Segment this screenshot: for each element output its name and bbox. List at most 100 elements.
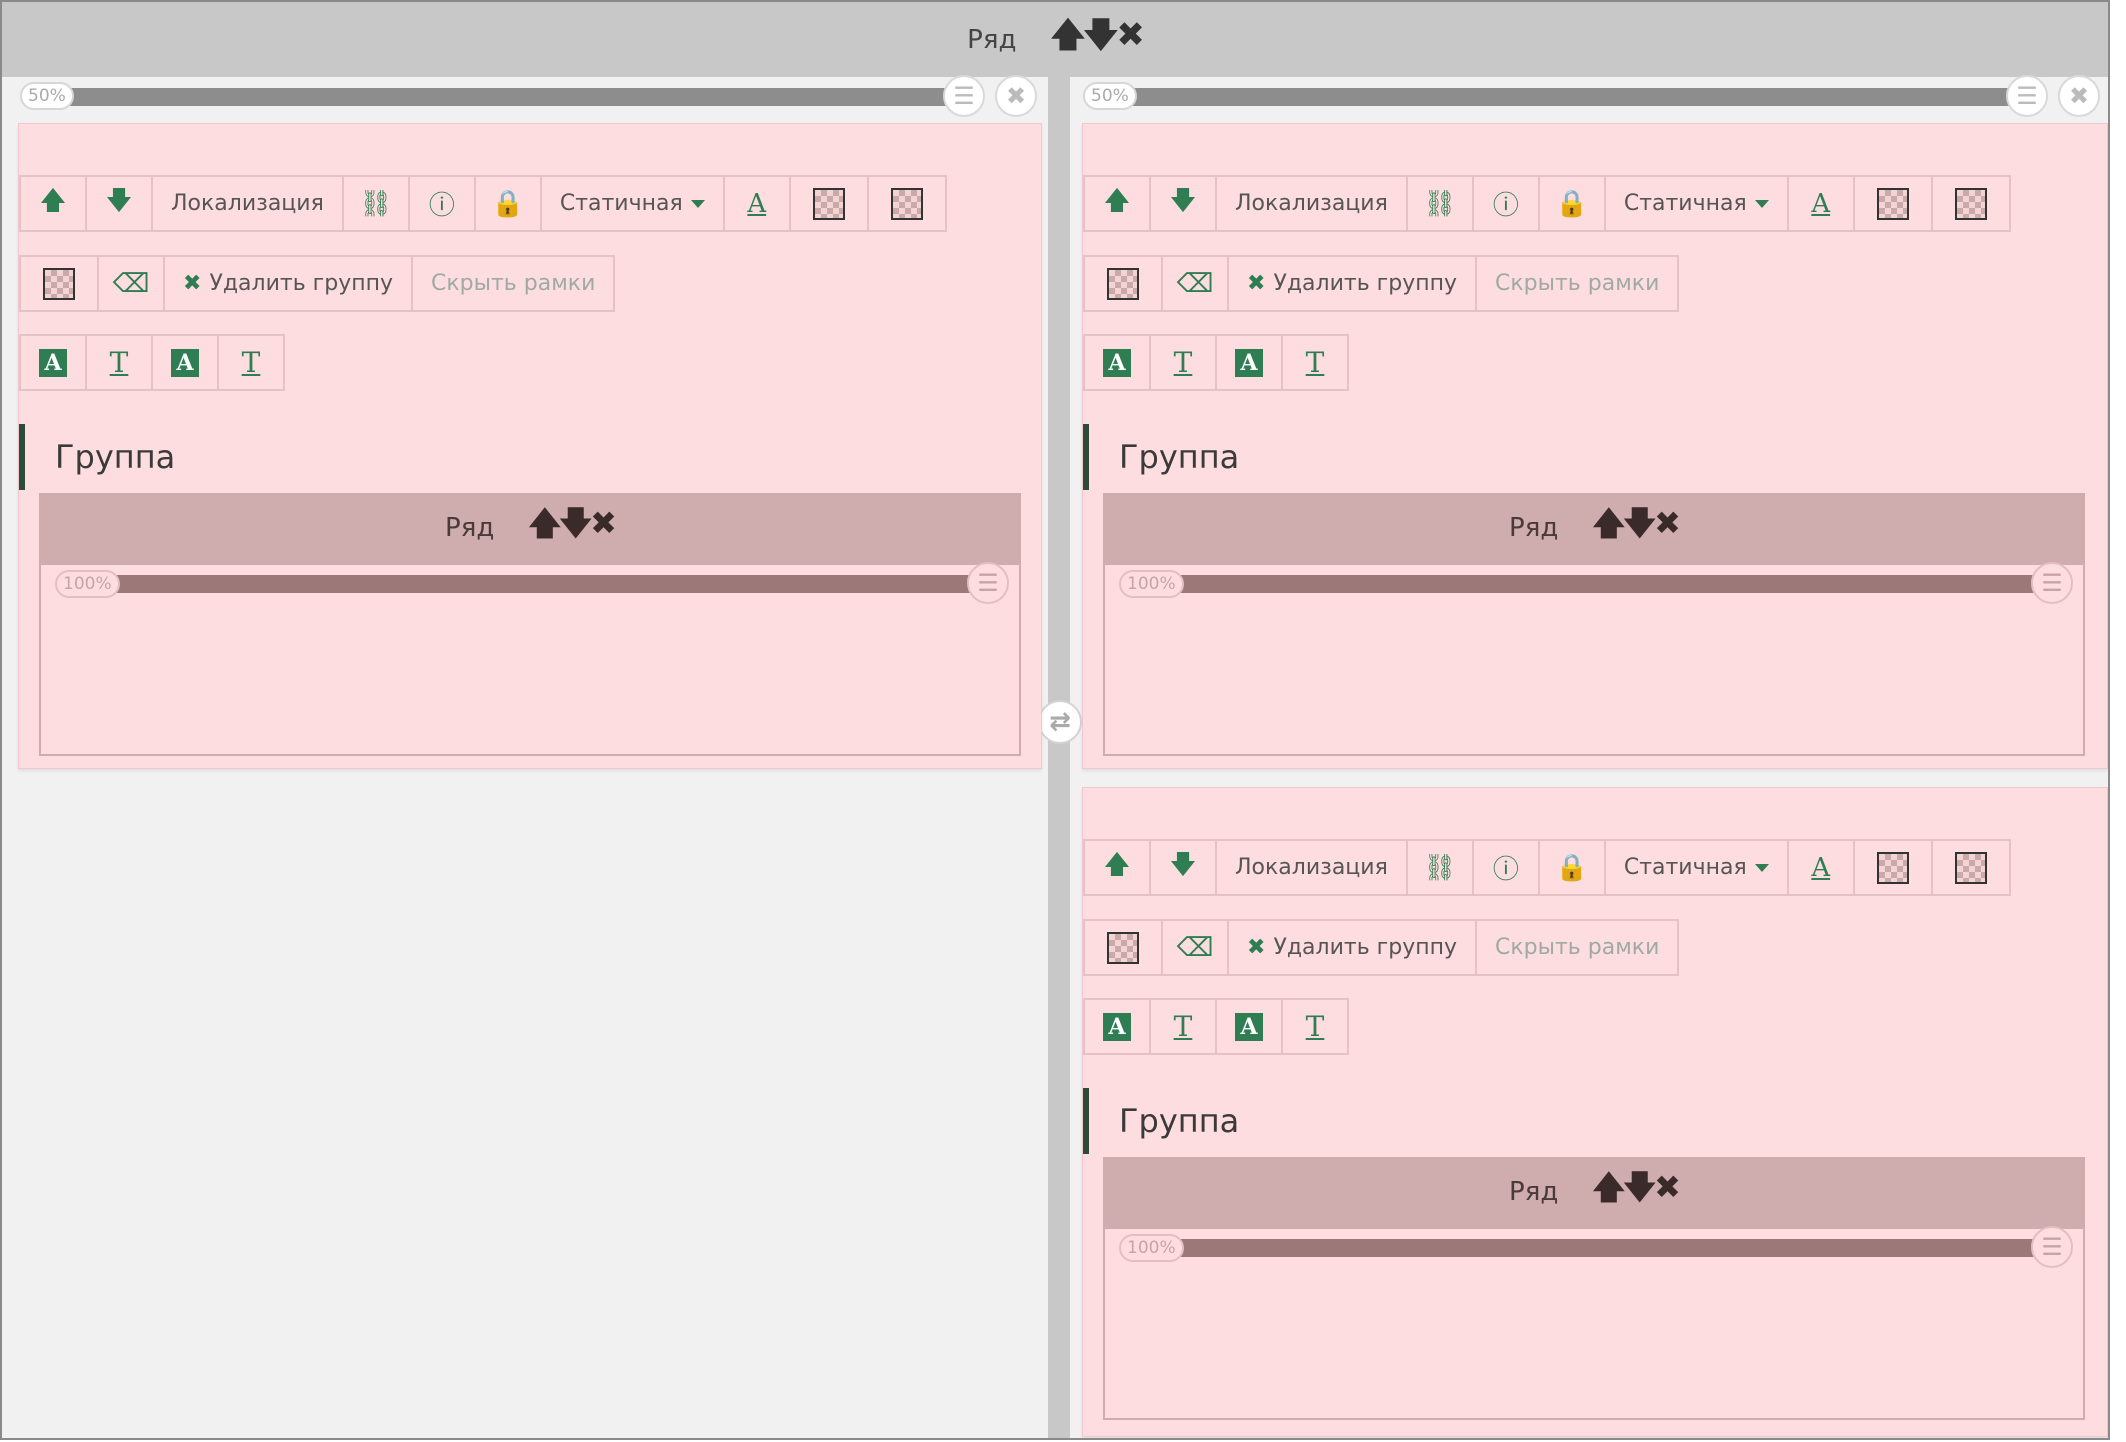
group-toolbar-row-2: ⌫ ✖ Удалить группу Скрыть рамки <box>19 255 616 312</box>
inner-column-menu-icon[interactable]: ☰ <box>2031 1226 2073 1268</box>
font-fill-button[interactable]: A <box>1083 998 1151 1055</box>
inner-row-controls[interactable]: 🡅🡇✖ <box>1592 1165 1681 1219</box>
font-fill-icon: A <box>1235 1012 1263 1041</box>
background-button-2[interactable] <box>866 175 947 232</box>
border-pattern-button[interactable] <box>1083 919 1163 976</box>
inner-row-controls[interactable]: 🡅🡇✖ <box>1592 501 1681 555</box>
text-underline-icon: T <box>109 346 129 379</box>
group-toolbar-row-2: ⌫ ✖ Удалить группу Скрыть рамки <box>1083 919 1680 976</box>
group-toolbar-row-1: 🡅 🡇 Локализация ⛓ ⓘ 🔒 Статичная A <box>1083 175 2011 232</box>
column-menu-icon[interactable]: ☰ <box>2006 75 2048 117</box>
text-underline-button-2[interactable]: T <box>217 334 285 391</box>
font-color-button[interactable]: A <box>722 175 791 232</box>
font-fill-button-2[interactable]: A <box>1215 334 1283 391</box>
delete-group-button[interactable]: ✖ Удалить группу <box>1227 255 1477 312</box>
eraser-button[interactable]: ⌫ <box>1161 255 1229 312</box>
lock-button[interactable]: 🔒 <box>1537 839 1606 896</box>
static-dropdown[interactable]: Статичная <box>1603 175 1789 232</box>
group-toolbar-row-3: A T A T <box>1083 998 1349 1055</box>
info-button[interactable]: ⓘ <box>407 175 476 232</box>
column-width-badge: 50% <box>1083 82 1137 110</box>
column-close-icon[interactable]: ✖ <box>995 75 1037 117</box>
inner-column-menu-icon[interactable]: ☰ <box>2031 562 2073 604</box>
inner-row-controls[interactable]: 🡅🡇✖ <box>528 501 617 555</box>
text-underline-button[interactable]: T <box>1149 334 1217 391</box>
background-button-2[interactable] <box>1930 839 2011 896</box>
group-toolbar-row-1: 🡅 🡇 Локализация ⛓ ⓘ 🔒 Статичная A <box>1083 839 2011 896</box>
localization-button[interactable]: Локализация <box>1215 839 1408 896</box>
text-underline-icon: T <box>1305 1010 1325 1043</box>
inner-row-header: Ряд 🡅🡇✖ <box>39 493 1021 563</box>
localization-button[interactable]: Локализация <box>151 175 344 232</box>
group-toolbar-row-2: ⌫ ✖ Удалить группу Скрыть рамки <box>1083 255 1680 312</box>
lock-icon: 🔒 <box>491 188 525 219</box>
text-underline-button[interactable]: T <box>1149 998 1217 1055</box>
column-menu-icon[interactable]: ☰ <box>943 75 985 117</box>
checker-icon <box>890 187 923 220</box>
eraser-icon: ⌫ <box>1176 932 1214 963</box>
binoculars-icon: ⛓ <box>1423 188 1457 219</box>
editor-frame: Ряд 🡅🡇✖ ⇄ 50% ☰ ✖ 50% ☰ ✖ 🡅 🡇 Локализаци… <box>0 0 2110 1440</box>
move-down-button[interactable]: 🡇 <box>85 175 153 232</box>
move-up-button[interactable]: 🡅 <box>1083 839 1151 896</box>
border-pattern-button[interactable] <box>19 255 99 312</box>
binoculars-icon: ⛓ <box>1423 852 1457 883</box>
text-underline-button-2[interactable]: T <box>1281 334 1349 391</box>
inner-column-menu-icon[interactable]: ☰ <box>967 562 1009 604</box>
swap-columns-button[interactable]: ⇄ <box>1038 700 1082 744</box>
move-down-button[interactable]: 🡇 <box>1149 839 1217 896</box>
group-toolbar-row-3: A T A T <box>19 334 285 391</box>
move-down-button[interactable]: 🡇 <box>1149 175 1217 232</box>
search-button[interactable]: ⛓ <box>341 175 410 232</box>
font-fill-button-2[interactable]: A <box>1215 998 1283 1055</box>
hide-frames-button[interactable]: Скрыть рамки <box>411 255 616 312</box>
text-underline-button-2[interactable]: T <box>1281 998 1349 1055</box>
lock-button[interactable]: 🔒 <box>1537 175 1606 232</box>
arrow-up-icon: 🡅 <box>1103 849 1131 880</box>
text-underline-button[interactable]: T <box>85 334 153 391</box>
lock-button[interactable]: 🔒 <box>473 175 542 232</box>
text-underline-icon: T <box>1173 1010 1193 1043</box>
info-button[interactable]: ⓘ <box>1471 839 1540 896</box>
search-button[interactable]: ⛓ <box>1405 839 1474 896</box>
hide-frames-button[interactable]: Скрыть рамки <box>1475 255 1680 312</box>
search-button[interactable]: ⛓ <box>1405 175 1474 232</box>
font-color-button[interactable]: A <box>1786 175 1855 232</box>
eraser-button[interactable]: ⌫ <box>97 255 165 312</box>
column-width-bar[interactable] <box>1124 88 2028 106</box>
background-button[interactable] <box>788 175 869 232</box>
close-icon: ✖ <box>1247 271 1266 296</box>
inner-column-width-bar[interactable] <box>1163 575 2063 593</box>
column-close-icon[interactable]: ✖ <box>2058 75 2100 117</box>
static-dropdown[interactable]: Статичная <box>539 175 725 232</box>
move-up-button[interactable]: 🡅 <box>19 175 87 232</box>
hide-frames-button[interactable]: Скрыть рамки <box>1475 919 1680 976</box>
lock-icon: 🔒 <box>1555 188 1589 219</box>
background-button[interactable] <box>1852 175 1933 232</box>
outer-row-controls[interactable]: 🡅🡇✖ <box>1050 11 1144 68</box>
delete-group-button[interactable]: ✖ Удалить группу <box>163 255 413 312</box>
font-color-button[interactable]: A <box>1786 839 1855 896</box>
info-icon: ⓘ <box>428 191 455 221</box>
eraser-button[interactable]: ⌫ <box>1161 919 1229 976</box>
binoculars-icon: ⛓ <box>359 188 393 219</box>
font-fill-button[interactable]: A <box>19 334 87 391</box>
info-button[interactable]: ⓘ <box>1471 175 1540 232</box>
font-fill-button[interactable]: A <box>1083 334 1151 391</box>
inner-column-width-bar[interactable] <box>1163 1239 2063 1257</box>
font-fill-button-2[interactable]: A <box>151 334 219 391</box>
inner-column-width-badge: 100% <box>55 570 120 598</box>
move-up-button[interactable]: 🡅 <box>1083 175 1151 232</box>
inner-column-width-bar[interactable] <box>99 575 999 593</box>
checker-icon <box>812 187 845 220</box>
background-button[interactable] <box>1852 839 1933 896</box>
localization-button[interactable]: Локализация <box>1215 175 1408 232</box>
border-pattern-button[interactable] <box>1083 255 1163 312</box>
column-divider[interactable] <box>1048 77 1070 1438</box>
group-title: Группа <box>19 424 175 490</box>
static-dropdown[interactable]: Статичная <box>1603 839 1789 896</box>
group-panel: 🡅 🡇 Локализация ⛓ ⓘ 🔒 Статичная A ⌫ ✖ Уда… <box>1082 123 2108 769</box>
background-button-2[interactable] <box>1930 175 2011 232</box>
column-width-bar[interactable] <box>62 88 962 106</box>
delete-group-button[interactable]: ✖ Удалить группу <box>1227 919 1477 976</box>
